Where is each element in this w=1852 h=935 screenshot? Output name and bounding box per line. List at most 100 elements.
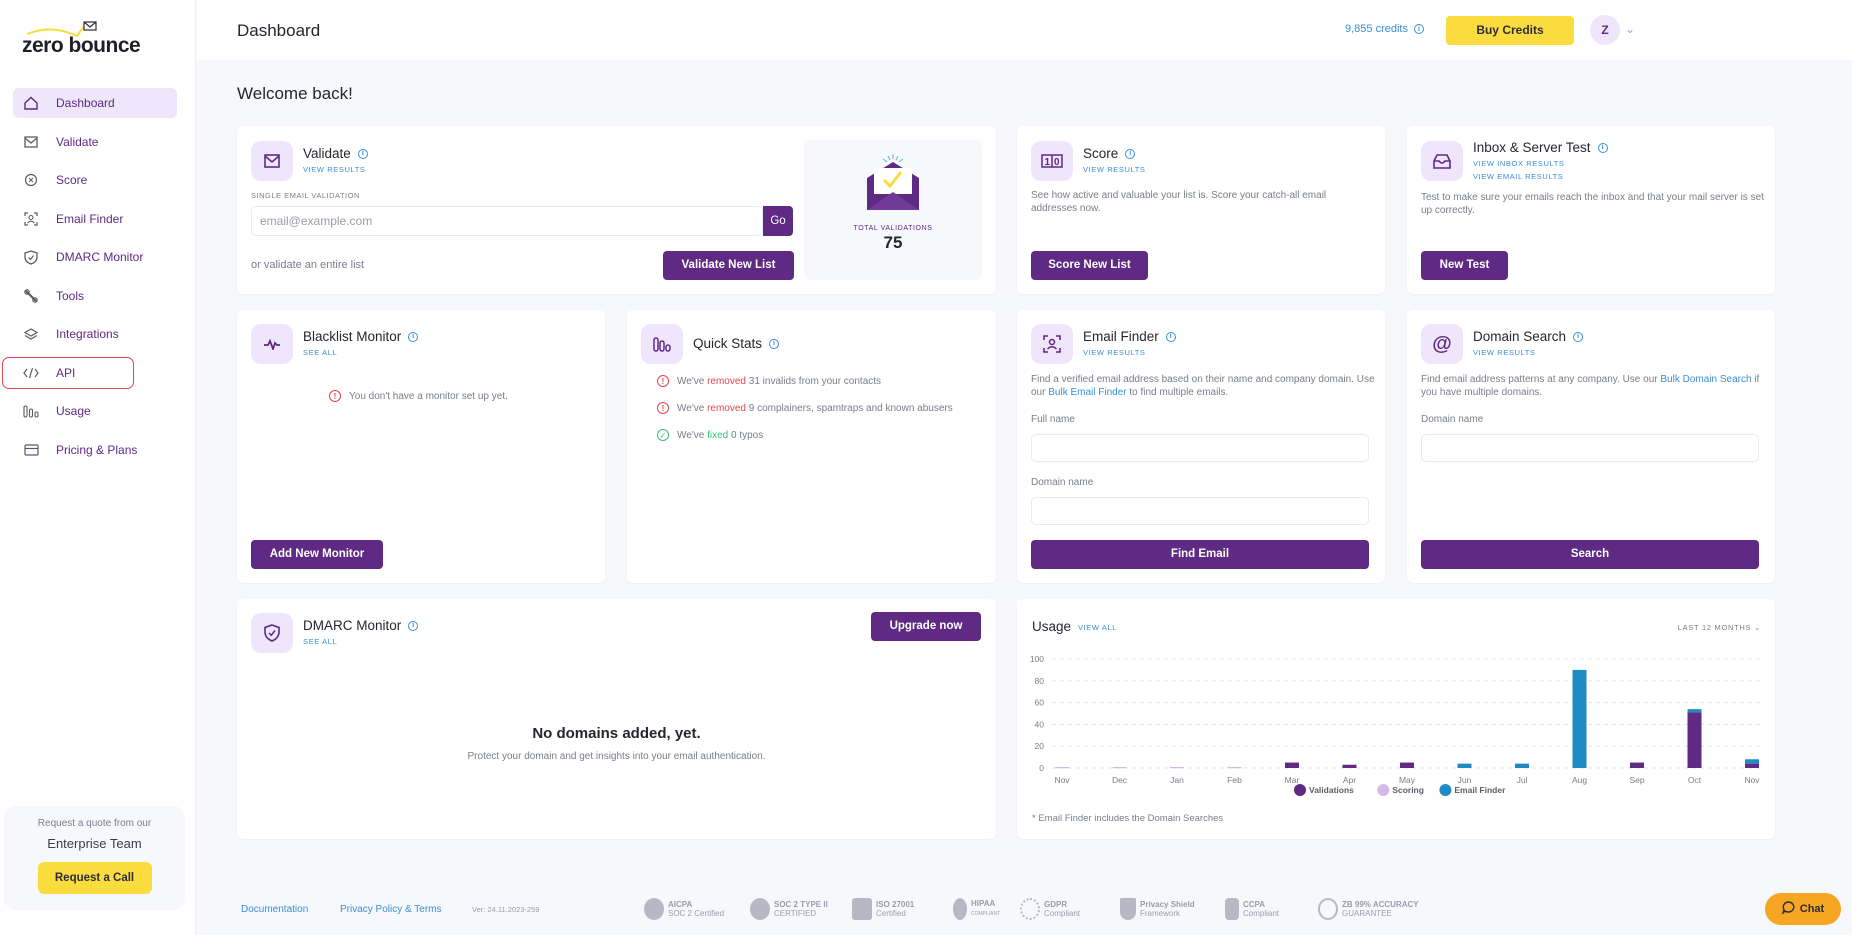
at-sign-icon: @ (1421, 324, 1463, 364)
info-icon[interactable]: i (1413, 24, 1424, 34)
info-icon[interactable]: i (408, 331, 419, 342)
validate-new-list-button[interactable]: Validate New List (663, 251, 794, 280)
quick-stats-title: Quick Stats i (693, 336, 780, 351)
domain-name-input[interactable] (1031, 497, 1369, 525)
sidebar-item-validate[interactable]: Validate (13, 127, 177, 157)
ccpa-badge: CCPA Compliant (1225, 898, 1279, 920)
email-input[interactable]: email@example.com (251, 206, 763, 236)
sidebar-item-dmarc-monitor[interactable]: DMARC Monitor (13, 242, 177, 272)
svg-text:1: 1 (1045, 157, 1051, 168)
score-icon: 10 (1031, 141, 1073, 181)
sidebar-item-usage[interactable]: Usage (13, 396, 177, 426)
domain-search-input[interactable] (1421, 434, 1759, 462)
badge-title: GDPR (1044, 900, 1068, 909)
bar-validations (1342, 764, 1357, 768)
check-circle-icon (1318, 898, 1338, 920)
bar-email-finder (1687, 709, 1702, 713)
documentation-link[interactable]: Documentation (241, 904, 308, 915)
info-icon[interactable]: i (1573, 331, 1584, 342)
score-title: Score i (1083, 146, 1136, 161)
sidebar-item-email-finder[interactable]: Email Finder (13, 204, 177, 234)
usage-chart: 0 20 40 60 80 100 Nov Dec Jan Feb Mar Apr May Jun Jul A… (1030, 654, 1762, 796)
info-icon[interactable]: i (1125, 148, 1136, 159)
card-title: Blacklist Monitor (303, 329, 402, 344)
lock-icon (1225, 898, 1239, 920)
credit-card-icon (23, 442, 39, 458)
badge-title: ZB 99% ACCURACY (1342, 900, 1419, 909)
bulk-domain-search-link[interactable]: Bulk Domain Search (1660, 374, 1751, 385)
chevron-down-icon[interactable]: ⌄ (1625, 22, 1635, 36)
sidebar-item-label: Integrations (56, 327, 119, 341)
privacy-terms-link[interactable]: Privacy Policy & Terms (340, 904, 442, 915)
badge-sub: COMPLIANT (971, 911, 1001, 917)
desc-text: to find multiple emails. (1129, 386, 1229, 398)
request-call-button[interactable]: Request a Call (37, 862, 152, 894)
see-all-link[interactable]: SEE ALL (303, 637, 337, 646)
legend-label: Validations (1309, 785, 1354, 795)
full-name-input[interactable] (1031, 434, 1369, 462)
home-icon (23, 95, 39, 111)
card-title: Score (1083, 146, 1119, 161)
welcome-heading: Welcome back! (237, 84, 353, 103)
svg-text:0: 0 (1054, 157, 1060, 168)
view-results-link[interactable]: VIEW RESULTS (1083, 165, 1146, 174)
view-all-link[interactable]: VIEW ALL (1078, 623, 1117, 632)
buy-credits-button[interactable]: Buy Credits (1446, 16, 1574, 45)
bar-validations (1745, 763, 1759, 768)
domain-search-title: Domain Search i (1473, 329, 1584, 344)
view-results-link[interactable]: VIEW RESULTS (1083, 348, 1146, 357)
x-tick-label: Nov (1744, 775, 1760, 785)
iso-icon (852, 898, 872, 920)
info-icon[interactable]: i (1165, 331, 1176, 342)
avatar[interactable]: Z (1590, 15, 1620, 45)
layers-icon (23, 326, 39, 342)
info-icon[interactable]: i (357, 148, 368, 159)
dmarc-monitor-card: DMARC Monitor i SEE ALL Upgrade now No do… (237, 599, 996, 839)
single-validation-label: SINGLE EMAIL VALIDATION (251, 191, 360, 200)
info-icon[interactable]: i (408, 620, 419, 631)
sidebar-item-pricing-plans[interactable]: Pricing & Plans (13, 435, 177, 465)
search-button[interactable]: Search (1421, 540, 1759, 569)
see-all-link[interactable]: SEE ALL (303, 348, 337, 357)
badge-title: SOC 2 TYPE II (774, 900, 828, 909)
hipaa-badge: HIPAA COMPLIANT (953, 898, 1000, 920)
range-label: LAST 12 MONTHS (1677, 623, 1752, 632)
chat-button[interactable]: Chat (1765, 893, 1841, 925)
y-tick-label: 40 (1035, 719, 1045, 729)
domain-name-label: Domain name (1031, 477, 1094, 488)
envelope-icon (23, 134, 39, 150)
zerobounce-logo[interactable]: zero bounce (22, 20, 152, 60)
score-new-list-button[interactable]: Score New List (1031, 251, 1148, 280)
bar-placeholder (1227, 767, 1242, 769)
empty-text: You don't have a monitor set up yet. (349, 390, 508, 402)
soc2-icon (750, 898, 770, 920)
view-inbox-results-link[interactable]: VIEW INBOX RESULTS (1473, 159, 1565, 168)
usage-card: Usage VIEW ALL LAST 12 MONTHS ⌄ 0 20 40 60 8… (1017, 599, 1775, 839)
sidebar-item-tools[interactable]: Tools (13, 281, 177, 311)
shield-check-icon (23, 249, 39, 265)
add-new-monitor-button[interactable]: Add New Monitor (251, 540, 383, 569)
upgrade-now-button[interactable]: Upgrade now (871, 612, 981, 641)
sidebar-item-dashboard[interactable]: Dashboard (13, 88, 177, 118)
bulk-email-finder-link[interactable]: Bulk Email Finder (1048, 387, 1126, 398)
new-test-button[interactable]: New Test (1421, 251, 1508, 280)
info-icon[interactable]: i (769, 338, 780, 349)
go-button[interactable]: Go (763, 206, 793, 236)
info-icon[interactable]: i (1597, 142, 1608, 153)
view-email-results-link[interactable]: VIEW EMAIL RESULTS (1473, 172, 1563, 181)
badge-sub: Certified (876, 909, 906, 918)
find-email-button[interactable]: Find Email (1031, 540, 1369, 569)
sidebar-item-api[interactable]: API (2, 356, 134, 389)
enterprise-title: Enterprise Team (47, 836, 142, 851)
card-title: Email Finder (1083, 329, 1159, 344)
desc-text: Find email address patterns at any compa… (1421, 374, 1658, 385)
view-results-link[interactable]: VIEW RESULTS (303, 165, 366, 174)
view-results-link[interactable]: VIEW RESULTS (1473, 348, 1536, 357)
aicpa-badge: AICPA SOC 2 Certified (644, 898, 724, 920)
sidebar-item-score[interactable]: Score (13, 165, 177, 195)
credits-balance[interactable]: 9,855 credits i (1345, 23, 1424, 35)
domain-name-label: Domain name (1421, 414, 1484, 425)
sidebar-item-integrations[interactable]: Integrations (13, 319, 177, 349)
badge-sub: Framework (1140, 909, 1181, 918)
date-range-dropdown[interactable]: LAST 12 MONTHS ⌄ (1678, 623, 1761, 632)
